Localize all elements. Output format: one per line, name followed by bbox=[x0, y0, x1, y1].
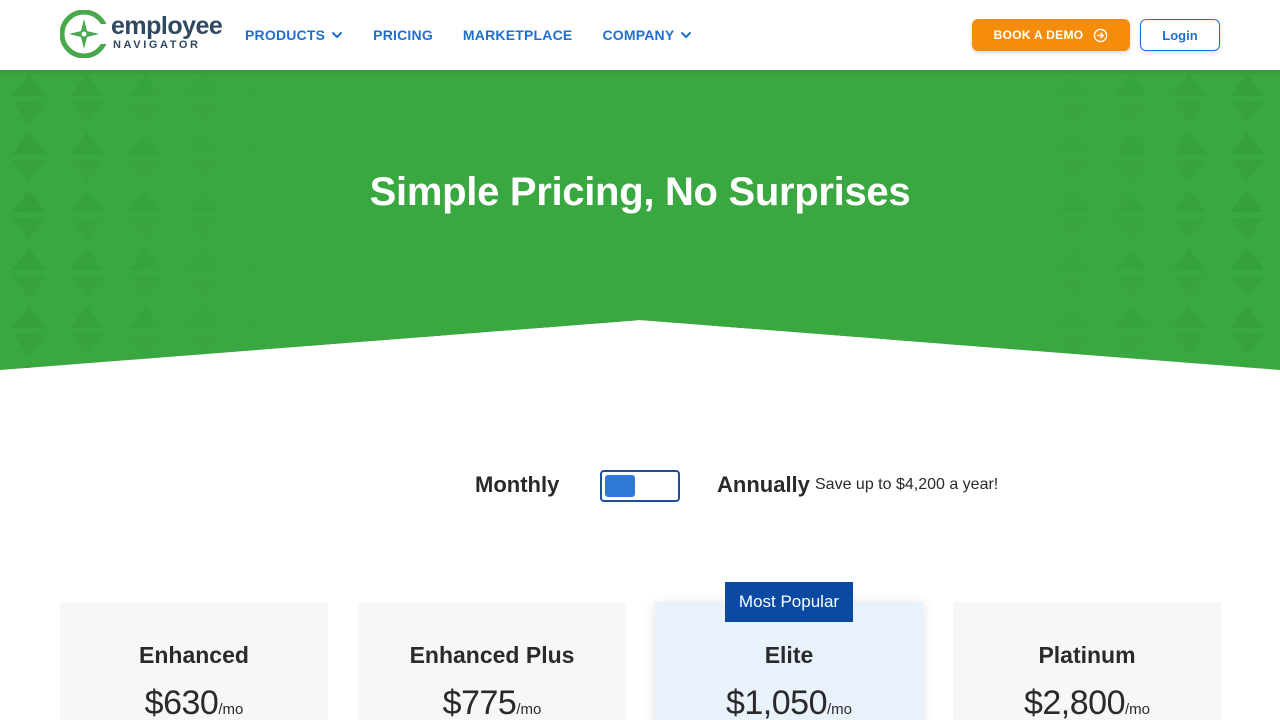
annual-label[interactable]: Annually bbox=[717, 472, 810, 498]
nav-item-label: PRICING bbox=[373, 27, 433, 43]
price-unit: /mo bbox=[826, 701, 852, 718]
price-amount: $2,800 bbox=[1023, 684, 1126, 720]
logo-wordmark: employee bbox=[111, 12, 223, 40]
plan-name: Elite bbox=[764, 642, 814, 668]
plan-price: $630 /mo bbox=[60, 684, 328, 720]
toggle-knob bbox=[605, 475, 635, 497]
nav-item-company[interactable]: COMPANY bbox=[602, 27, 692, 43]
nav-item-label: PRODUCTS bbox=[245, 27, 326, 43]
hero-background bbox=[0, 70, 1280, 370]
plan-card-platinum: Platinum $2,800 /mo bbox=[953, 602, 1221, 720]
plan-name: Enhanced bbox=[139, 642, 249, 668]
price-amount: $775 bbox=[442, 684, 517, 720]
nav-item-label: MARKETPLACE bbox=[462, 27, 573, 43]
price-amount: $1,050 bbox=[725, 684, 828, 720]
billing-period-toggle[interactable] bbox=[600, 470, 680, 502]
book-demo-button[interactable]: BOOK A DEMO bbox=[972, 19, 1130, 51]
logo-subtitle: NAVIGATOR bbox=[113, 39, 201, 51]
plan-price: $775 /mo bbox=[358, 684, 626, 720]
nav-item-pricing[interactable]: PRICING bbox=[373, 27, 433, 43]
monthly-label[interactable]: Monthly bbox=[475, 472, 559, 498]
site-header: employee NAVIGATOR PRODUCTS PRICING MARK… bbox=[0, 0, 1280, 70]
chevron-down-icon bbox=[681, 32, 692, 38]
nav-item-products[interactable]: PRODUCTS bbox=[245, 27, 343, 43]
nav-item-label: COMPANY bbox=[602, 27, 675, 43]
plan-name: Platinum bbox=[1038, 642, 1136, 668]
plan-card-enhanced: Enhanced $630 /mo bbox=[60, 602, 328, 720]
arrow-circle-right-icon bbox=[1094, 28, 1108, 42]
price-unit: /mo bbox=[1124, 701, 1150, 718]
price-amount: $630 bbox=[144, 684, 219, 720]
plan-name: Enhanced Plus bbox=[409, 642, 575, 668]
page-title: Simple Pricing, No Surprises bbox=[369, 170, 911, 214]
annual-savings-note: Save up to $4,200 a year! bbox=[815, 476, 999, 493]
billing-toggle-row: Monthly Annually Save up to $4,200 a yea… bbox=[0, 466, 1280, 506]
plan-price: $1,050 /mo bbox=[655, 684, 923, 720]
plan-card-enhanced-plus: Enhanced Plus $775 /mo bbox=[358, 602, 626, 720]
main-nav: PRODUCTS PRICING MARKETPLACE COMPANY bbox=[245, 0, 692, 70]
chevron-down-icon bbox=[332, 32, 343, 38]
hero-banner: Simple Pricing, No Surprises bbox=[0, 70, 1280, 370]
employee-navigator-logo[interactable]: employee NAVIGATOR bbox=[60, 10, 223, 58]
price-unit: /mo bbox=[516, 701, 542, 718]
plan-price: $2,800 /mo bbox=[953, 684, 1221, 720]
book-demo-label: BOOK A DEMO bbox=[993, 28, 1084, 42]
login-button[interactable]: Login bbox=[1140, 19, 1220, 51]
most-popular-badge: Most Popular bbox=[725, 582, 853, 622]
compass-logo-icon bbox=[60, 10, 108, 58]
price-unit: /mo bbox=[218, 701, 244, 718]
nav-item-marketplace[interactable]: MARKETPLACE bbox=[463, 27, 573, 43]
